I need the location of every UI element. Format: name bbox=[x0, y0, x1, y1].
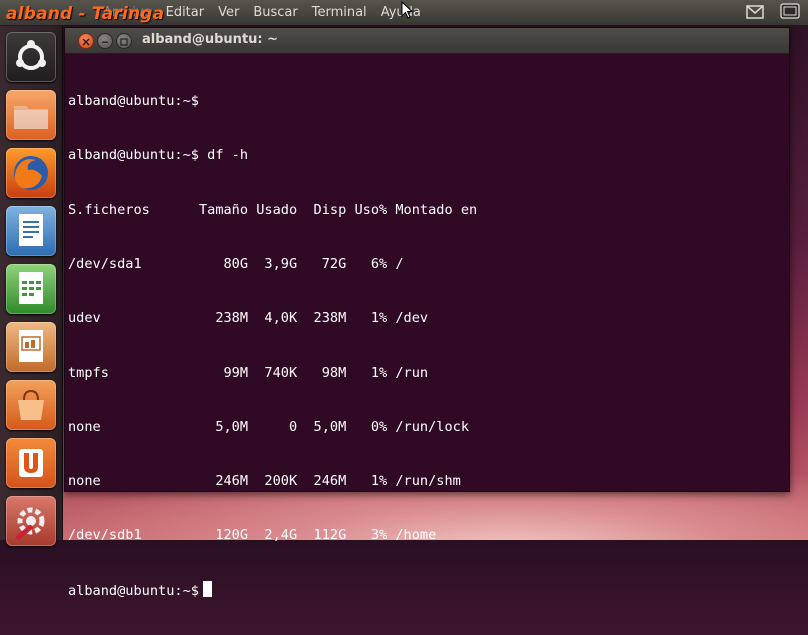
menu-ver[interactable]: Ver bbox=[218, 5, 239, 20]
terminal-prompt-line[interactable]: alband@ubuntu:~$ bbox=[68, 580, 785, 599]
terminal-line: udev 238M 4,0K 238M 1% /dev bbox=[68, 310, 429, 327]
menu-terminal[interactable]: Terminal bbox=[312, 5, 367, 20]
firefox-launcher[interactable] bbox=[6, 148, 56, 198]
terminal-line: /dev/sda1 80G 3,9G 72G 6% / bbox=[68, 256, 404, 273]
text-cursor bbox=[202, 580, 212, 597]
close-icon bbox=[82, 38, 90, 46]
shopping-bag-icon bbox=[6, 389, 56, 434]
system-settings-launcher[interactable] bbox=[6, 496, 56, 546]
writer-document-icon bbox=[6, 214, 56, 260]
minimize-button[interactable] bbox=[97, 33, 113, 49]
dash-home-button[interactable] bbox=[6, 32, 56, 82]
indicator-area bbox=[746, 3, 800, 23]
menu-buscar[interactable]: Buscar bbox=[253, 5, 297, 20]
terminal-line: tmpfs 99M 740K 98M 1% /run bbox=[68, 364, 429, 381]
home-folder-launcher[interactable] bbox=[6, 90, 56, 140]
folder-icon bbox=[6, 106, 56, 144]
unity-launcher bbox=[0, 26, 63, 546]
terminal-line: none 246M 200K 246M 1% /run/shm bbox=[68, 473, 461, 490]
terminal-line: none 5,0M 0 5,0M 0% /run/lock bbox=[68, 418, 470, 435]
firefox-icon bbox=[6, 156, 56, 202]
terminal-line: S.ficheros Tamaño Usado Disp Uso% Montad… bbox=[68, 201, 478, 218]
minimize-icon bbox=[102, 41, 108, 43]
calc-spreadsheet-icon bbox=[6, 272, 56, 318]
window-title: alband@ubuntu: ~ bbox=[142, 32, 279, 47]
mail-icon[interactable] bbox=[746, 4, 764, 23]
terminal-line: /dev/sdb1 120G 2,4G 112G 3% /home bbox=[68, 527, 437, 544]
close-button[interactable] bbox=[78, 33, 94, 49]
watermark-text: alband - Taringa bbox=[6, 4, 165, 24]
libreoffice-impress-launcher[interactable] bbox=[6, 322, 56, 372]
ubuntu-one-icon bbox=[6, 449, 56, 492]
keyboard-layout-icon[interactable] bbox=[780, 3, 800, 23]
ubuntu-one-launcher[interactable] bbox=[6, 438, 56, 488]
software-center-launcher[interactable] bbox=[6, 380, 56, 430]
terminal-line: alband@ubuntu:~$ df -h bbox=[68, 147, 249, 164]
terminal-line: alband@ubuntu:~$ bbox=[68, 93, 199, 110]
impress-presentation-icon bbox=[6, 330, 56, 376]
menu-editar[interactable]: Editar bbox=[166, 5, 205, 20]
libreoffice-writer-launcher[interactable] bbox=[6, 206, 56, 256]
terminal-window[interactable]: alband@ubuntu: ~ alband@ubuntu:~$ alband… bbox=[64, 27, 790, 599]
mouse-pointer-icon bbox=[401, 0, 414, 23]
libreoffice-calc-launcher[interactable] bbox=[6, 264, 56, 314]
terminal-prompt: alband@ubuntu:~$ bbox=[68, 582, 199, 599]
maximize-icon bbox=[120, 38, 128, 46]
gear-wrench-icon bbox=[6, 507, 56, 550]
maximize-button[interactable] bbox=[116, 33, 132, 49]
ubuntu-logo-icon bbox=[6, 40, 56, 86]
window-titlebar[interactable]: alband@ubuntu: ~ bbox=[65, 28, 789, 54]
terminal-output[interactable]: alband@ubuntu:~$ alband@ubuntu:~$ df -h … bbox=[68, 56, 785, 635]
